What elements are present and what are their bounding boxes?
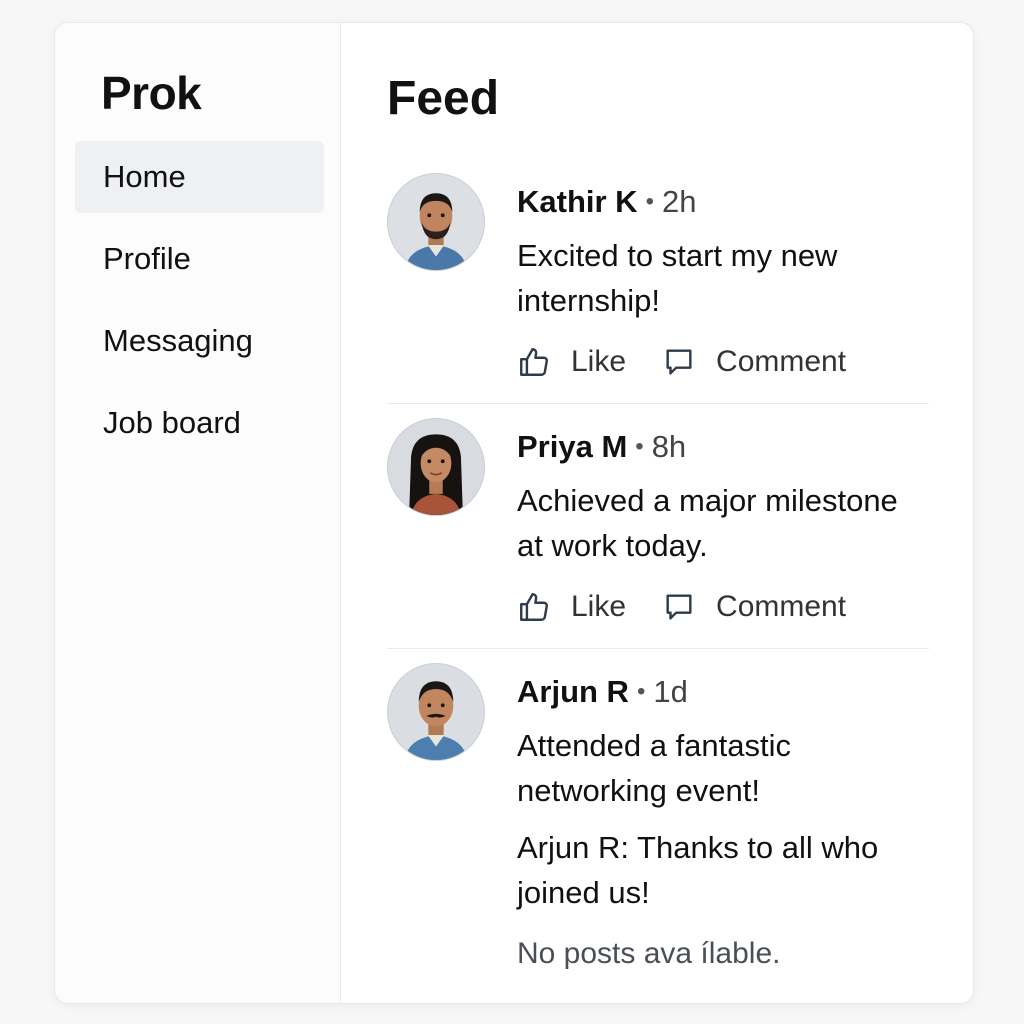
thumbs-up-icon (520, 593, 548, 621)
post-body: Kathir K • 2h Excited to start my new inte… (517, 173, 929, 379)
speech-bubble-icon (666, 594, 692, 620)
post-text: Achieved a major milestone at work today… (517, 483, 898, 563)
post-author[interactable]: Kathir K (517, 184, 638, 219)
post-actions: Like Comment (517, 345, 929, 379)
page-title: Feed (387, 72, 500, 125)
brand-logo-text: Prok (101, 67, 202, 119)
sidebar-item-home[interactable]: Home (75, 141, 324, 213)
user-avatar-icon (388, 419, 484, 515)
post-header: Kathir K • 2h (517, 183, 929, 221)
separator-dot: • (635, 433, 644, 460)
post-actions: Like Comment (517, 590, 929, 624)
user-avatar-icon (388, 174, 484, 270)
post-header: Priya M • 8h (517, 428, 929, 466)
separator-dot: • (636, 678, 646, 705)
post-body: Priya M • 8h Achieved a major milestone at… (517, 418, 929, 624)
comment-button[interactable]: Comment (662, 345, 846, 379)
speech-bubble-icon (666, 349, 692, 375)
feed-panel: Feed Kathir K • 2h Excited to start my n… (341, 23, 973, 1003)
sidebar-item-job-board[interactable]: Job board (75, 387, 324, 459)
post-reply: Arjun R: Thanks to all who joined us! (517, 830, 879, 910)
like-button[interactable]: Like (517, 590, 626, 624)
feed-post: Kathir K • 2h Excited to start my new inte… (387, 159, 929, 404)
sidebar-item-messaging[interactable]: Messaging (75, 305, 324, 377)
post-body: Arjun R • 1d Attended a fantastic networki… (517, 663, 929, 971)
comment-label: Comment (716, 590, 847, 623)
post-time: 8h (651, 429, 687, 464)
post-author[interactable]: Arjun R (517, 674, 629, 709)
comment-button[interactable]: Comment (662, 590, 846, 624)
feed-post: Arjun R • 1d Attended a fantastic networki… (387, 649, 929, 995)
sidebar: Prok Home Profile Messaging Job board (55, 23, 341, 1003)
feed-post: Priya M • 8h Achieved a major milestone at… (387, 404, 929, 649)
post-time: 1d (653, 674, 688, 709)
avatar[interactable] (387, 663, 485, 761)
like-label: Like (571, 590, 627, 623)
like-label: Like (571, 345, 627, 378)
post-text: Excited to start my new internship! (517, 238, 838, 318)
empty-state-message: No posts ava ílable. (517, 937, 781, 970)
avatar[interactable] (387, 418, 485, 516)
comment-label: Comment (716, 345, 847, 378)
user-avatar-icon (388, 664, 484, 760)
app-window: Prok Home Profile Messaging Job board Fe… (54, 22, 974, 1004)
post-text: Attended a fantastic networking event! (517, 728, 792, 808)
sidebar-item-profile[interactable]: Profile (75, 223, 324, 295)
post-time: 2h (661, 184, 697, 219)
post-header: Arjun R • 1d (517, 673, 929, 711)
thumbs-up-icon (520, 348, 548, 376)
like-button[interactable]: Like (517, 345, 626, 379)
avatar[interactable] (387, 173, 485, 271)
separator-dot: • (645, 188, 654, 215)
post-author[interactable]: Priya M (517, 429, 627, 464)
